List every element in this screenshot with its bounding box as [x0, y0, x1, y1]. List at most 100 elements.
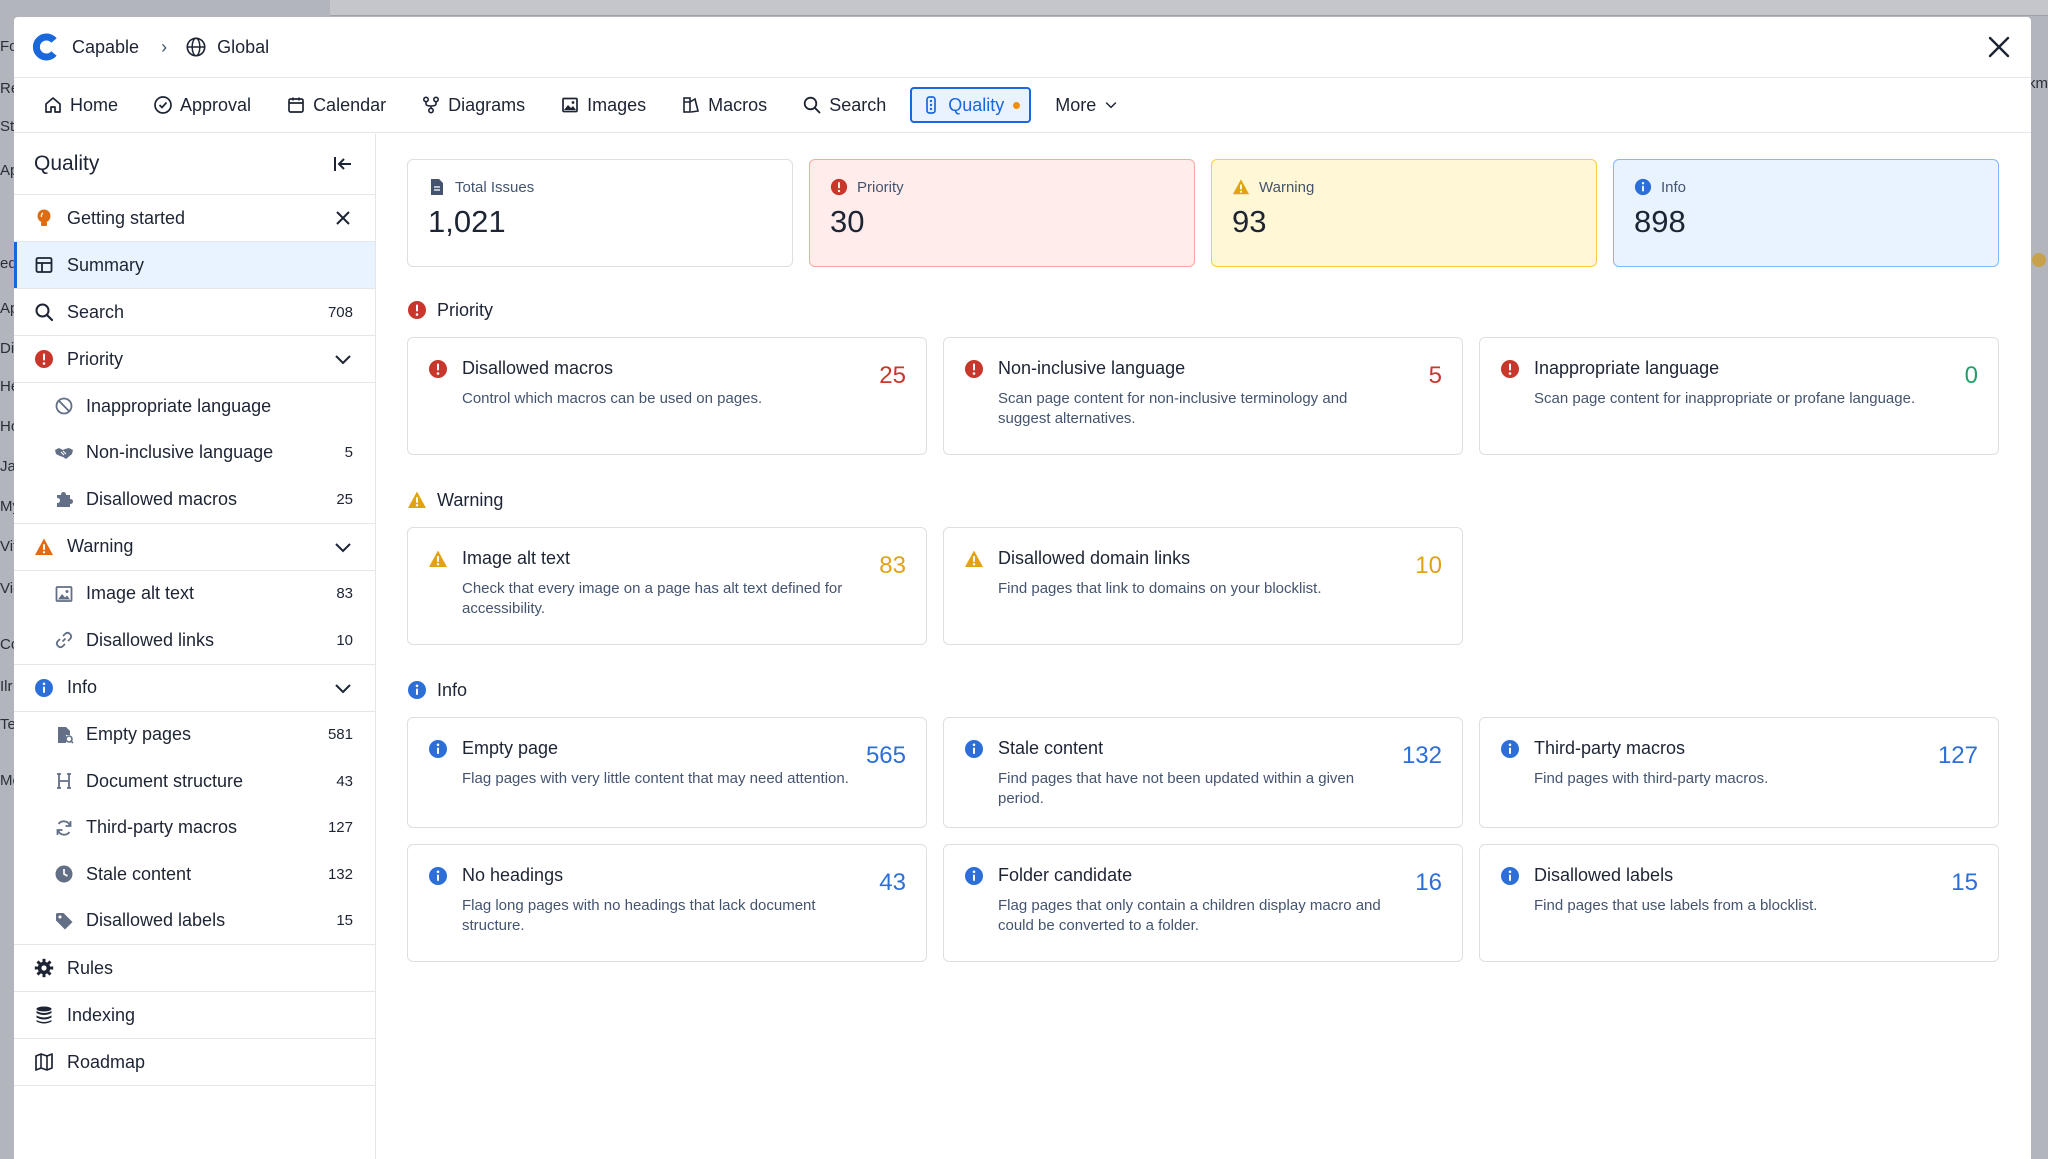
- sidebar-item-stale-content[interactable]: Stale content 132: [14, 851, 375, 898]
- sidebar-item-disallowed-macros[interactable]: Disallowed macros 25: [14, 476, 375, 523]
- card-title: Disallowed macros: [462, 358, 614, 378]
- sidebar-item-count: 25: [336, 490, 353, 508]
- card-inappropriate-language[interactable]: Inappropriate language 0 Scan page conte…: [1479, 337, 1999, 455]
- stat-value: 93: [1232, 204, 1267, 239]
- heading-icon: [54, 771, 74, 791]
- handshake-icon: [54, 443, 74, 463]
- stat-value: 1,021: [428, 204, 506, 239]
- card-stale-content[interactable]: Stale content 132 Find pages that have n…: [943, 717, 1463, 828]
- sidebar: Quality Getting started Summary Search 7…: [14, 134, 376, 1159]
- sidebar-item-non-inclusive-language[interactable]: Non-inclusive language 5: [14, 430, 375, 477]
- priority-icon: [1501, 359, 1519, 378]
- card-empty-page[interactable]: Empty page 565 Flag pages with very litt…: [407, 717, 927, 828]
- sidebar-item-third-party-macros[interactable]: Third-party macros 127: [14, 805, 375, 852]
- card-third-party-macros[interactable]: Third-party macros 127 Find pages with t…: [1479, 717, 1999, 828]
- sidebar-item-document-structure[interactable]: Document structure 43: [14, 758, 375, 805]
- sidebar-header: Quality: [14, 134, 375, 195]
- card-disallowed-macros[interactable]: Disallowed macros 25 Control which macro…: [407, 337, 927, 455]
- card-description: Scan page content for inappropriate or p…: [1534, 390, 1916, 407]
- close-icon[interactable]: [1985, 33, 2013, 61]
- card-title: Stale content: [998, 738, 1104, 758]
- chevron-down-icon: [335, 542, 351, 552]
- nav-calendar[interactable]: Calendar: [275, 87, 397, 123]
- dismiss-icon[interactable]: [333, 208, 353, 228]
- sidebar-item-label: Disallowed labels: [86, 910, 226, 931]
- sidebar-group-info[interactable]: Info: [14, 665, 375, 712]
- link-icon: [54, 630, 74, 650]
- sidebar-item-summary[interactable]: Summary: [14, 242, 375, 289]
- sidebar-item-label: Disallowed macros: [86, 488, 238, 509]
- sidebar-subgroup-info: Empty pages 581 Document structure 43 Th…: [14, 712, 375, 945]
- info-icon: [1501, 739, 1519, 758]
- sidebar-item-roadmap[interactable]: Roadmap: [14, 1039, 375, 1086]
- nav-label: More: [1055, 94, 1097, 115]
- sidebar-item-search[interactable]: Search 708: [14, 289, 375, 336]
- sidebar-item-rules[interactable]: Rules: [14, 945, 375, 992]
- document-icon: [431, 179, 443, 195]
- card-non-inclusive-language[interactable]: Non-inclusive language 5 Scan page conte…: [943, 337, 1463, 455]
- nav-quality[interactable]: Quality: [910, 87, 1032, 123]
- sidebar-item-disallowed-links[interactable]: Disallowed links 10: [14, 617, 375, 664]
- diagram-icon: [423, 96, 440, 114]
- card-count: 25: [879, 362, 906, 389]
- card-description: Flag pages with very little content that…: [462, 770, 849, 787]
- nav-more[interactable]: More: [1044, 87, 1130, 123]
- sidebar-item-label: Roadmap: [67, 1051, 146, 1072]
- card-count: 16: [1415, 869, 1442, 896]
- info-icon: [429, 866, 447, 885]
- top-nav: Home Approval Calendar Diagrams Images M…: [14, 78, 2031, 133]
- sidebar-item-label: Empty pages: [86, 724, 192, 745]
- card-disallowed-domain-links[interactable]: Disallowed domain links 10 Find pages th…: [943, 527, 1463, 645]
- nav-macros[interactable]: Macros: [670, 87, 778, 123]
- section-heading-warning: Warning: [407, 489, 1999, 511]
- sidebar-item-getting-started[interactable]: Getting started: [14, 195, 375, 242]
- card-no-headings[interactable]: No headings 43 Flag long pages with no h…: [407, 844, 927, 962]
- nav-images[interactable]: Images: [549, 87, 657, 123]
- priority-icon: [830, 178, 848, 196]
- card-title: Non-inclusive language: [998, 358, 1186, 378]
- info-cards: Empty page 565 Flag pages with very litt…: [407, 717, 1999, 962]
- nav-search[interactable]: Search: [791, 87, 897, 123]
- nav-diagrams[interactable]: Diagrams: [410, 87, 536, 123]
- card-description: Find pages that have not been updated wi…: [998, 770, 1355, 807]
- page-search-icon: [54, 725, 74, 745]
- section-heading-info: Info: [407, 679, 1999, 701]
- search-icon: [803, 96, 821, 114]
- card-disallowed-labels[interactable]: Disallowed labels 15 Find pages that use…: [1479, 844, 1999, 962]
- priority-cards: Disallowed macros 25 Control which macro…: [407, 337, 1999, 455]
- nav-home[interactable]: Home: [32, 87, 129, 123]
- sidebar-item-empty-pages[interactable]: Empty pages 581: [14, 712, 375, 759]
- gear-icon: [34, 958, 54, 978]
- sidebar-item-disallowed-labels[interactable]: Disallowed labels 15: [14, 898, 375, 945]
- breadcrumb-app[interactable]: Capable: [72, 37, 139, 58]
- card-description: Flag pages that only contain a children …: [998, 897, 1381, 934]
- breadcrumb-scope[interactable]: Global: [217, 37, 269, 58]
- info-icon: [34, 678, 54, 698]
- stat-priority: Priority 30: [809, 159, 1195, 267]
- sidebar-item-label: Getting started: [67, 207, 186, 228]
- sidebar-item-label: Non-inclusive language: [86, 442, 274, 463]
- image-icon: [562, 97, 578, 113]
- nav-approval[interactable]: Approval: [142, 87, 262, 123]
- card-title: Disallowed labels: [1534, 865, 1674, 885]
- priority-icon: [965, 359, 983, 378]
- sidebar-item-inappropriate-language[interactable]: Inappropriate language: [14, 383, 375, 430]
- sidebar-item-count: 43: [336, 772, 353, 790]
- sidebar-item-label: Stale content: [86, 863, 192, 884]
- background-avatar: [2032, 253, 2046, 267]
- sidebar-group-warning[interactable]: Warning: [14, 524, 375, 571]
- collapse-sidebar-icon[interactable]: [331, 152, 355, 176]
- card-image-alt-text[interactable]: Image alt text 83 Check that every image…: [407, 527, 927, 645]
- card-count: 10: [1415, 552, 1442, 579]
- sidebar-item-indexing[interactable]: Indexing: [14, 992, 375, 1039]
- clock-icon: [54, 864, 74, 884]
- card-title: Third-party macros: [1534, 738, 1686, 758]
- sidebar-item-image-alt-text[interactable]: Image alt text 83: [14, 571, 375, 618]
- card-folder-candidate[interactable]: Folder candidate 16 Flag pages that only…: [943, 844, 1463, 962]
- image-icon: [54, 584, 74, 604]
- sidebar-item-label: Warning: [67, 536, 134, 556]
- sidebar-group-priority[interactable]: Priority: [14, 336, 375, 383]
- nav-label: Search: [829, 94, 887, 115]
- sidebar-item-count: 83: [336, 585, 353, 603]
- layout-icon: [34, 255, 54, 275]
